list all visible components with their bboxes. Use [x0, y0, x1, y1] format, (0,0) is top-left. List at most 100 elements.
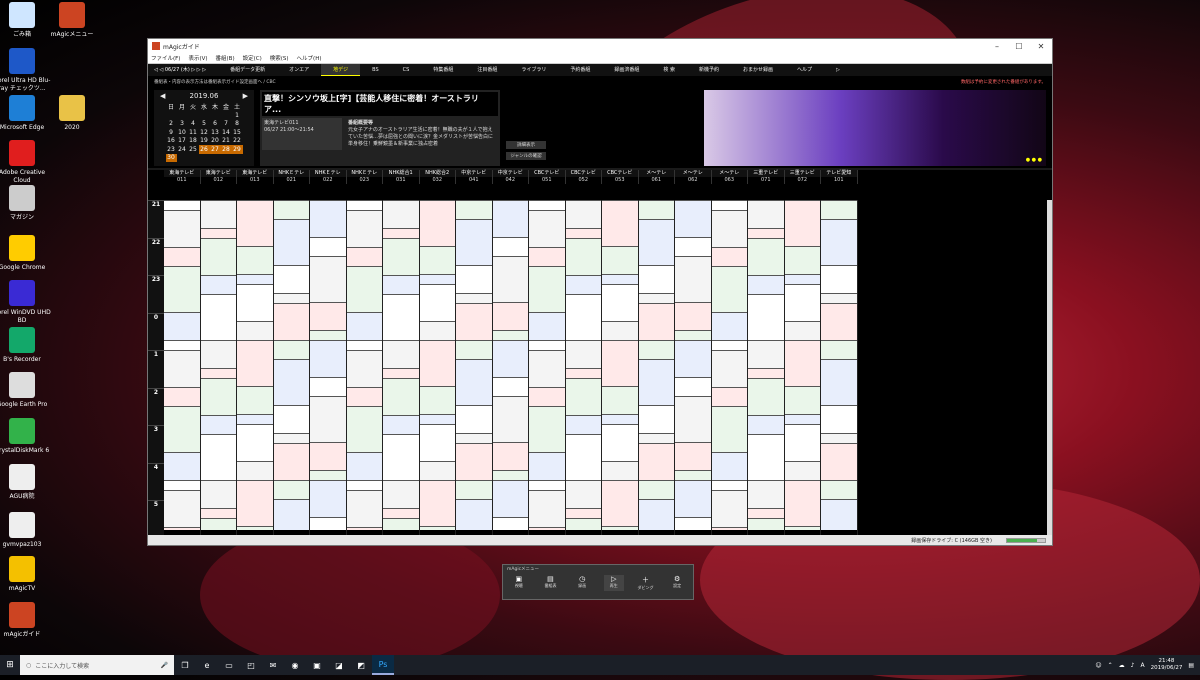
channel-header-cell[interactable]: テレビ愛知 101 [821, 170, 858, 184]
program-cell[interactable] [310, 442, 346, 470]
program-cell[interactable] [200, 518, 236, 530]
calendar-day[interactable]: 22 [232, 137, 243, 146]
program-cell[interactable] [711, 527, 747, 530]
program-cell[interactable] [383, 434, 419, 480]
magic-menu-button[interactable]: ▤ 番組表 [540, 575, 560, 591]
program-cell[interactable] [456, 219, 492, 265]
calendar-day[interactable]: 6 [210, 120, 221, 129]
channel-header-cell[interactable]: NHK総合2 032 [419, 170, 456, 184]
program-cell[interactable] [638, 499, 674, 530]
program-cell[interactable] [346, 480, 382, 490]
program-cell[interactable] [602, 200, 638, 246]
calendar-day[interactable]: 25 [188, 145, 199, 154]
channel-header-cell[interactable]: CBCテレビ 053 [602, 170, 639, 184]
program-cell[interactable] [784, 274, 820, 284]
menu-item[interactable]: 検索(S) [270, 54, 289, 62]
program-cell[interactable] [821, 433, 857, 443]
program-cell[interactable] [346, 247, 382, 266]
magic-menu-button[interactable]: ▣ 視聴 [509, 575, 529, 591]
program-cell[interactable] [565, 200, 601, 228]
program-cell[interactable] [200, 415, 236, 434]
program-cell[interactable] [748, 518, 784, 530]
magic-menu-button[interactable]: ⚙ 設定 [667, 575, 687, 591]
program-cell[interactable] [346, 452, 382, 480]
program-cell[interactable] [675, 340, 711, 377]
menu-item[interactable]: 番組(B) [216, 54, 235, 62]
program-cell[interactable] [529, 210, 565, 247]
magic-menu-button[interactable]: ＋ダビング [635, 575, 655, 591]
vertical-scrollbar[interactable] [1047, 200, 1052, 535]
program-cell[interactable] [675, 442, 711, 470]
calendar-day[interactable]: 30 [165, 153, 177, 162]
toolbar-tab[interactable]: 録画済番組 [602, 64, 651, 76]
program-cell[interactable] [310, 396, 346, 442]
program-cell[interactable] [748, 415, 784, 434]
ime-icon[interactable]: A [1141, 662, 1145, 669]
program-cell[interactable] [784, 424, 820, 461]
program-cell[interactable] [273, 265, 309, 293]
program-cell[interactable] [565, 508, 601, 518]
calendar-day[interactable]: 7 [221, 120, 232, 129]
desktop-icon[interactable]: マガジン [0, 185, 52, 222]
calendar-day[interactable]: 29 [231, 145, 243, 154]
program-cell[interactable] [310, 517, 346, 530]
program-cell[interactable] [748, 434, 784, 480]
program-cell[interactable] [383, 294, 419, 340]
toolbar-tab[interactable]: CS [391, 64, 422, 76]
program-cell[interactable] [675, 200, 711, 237]
maximize-icon[interactable]: ☐ [1008, 42, 1030, 51]
program-cell[interactable] [419, 340, 455, 386]
calendar-day[interactable]: 16 [166, 137, 177, 146]
program-cell[interactable] [383, 340, 419, 368]
toolbar-tab[interactable]: BS [360, 64, 391, 76]
program-cell[interactable] [200, 340, 236, 368]
calendar-day[interactable]: 14 [221, 128, 232, 137]
toolbar-tab[interactable]: ヘルプ [785, 64, 824, 76]
program-cell[interactable] [565, 340, 601, 368]
program-cell[interactable] [346, 350, 382, 387]
program-cell[interactable] [529, 480, 565, 490]
program-cell[interactable] [565, 228, 601, 238]
channel-header-cell[interactable]: CBCテレビ 052 [565, 170, 602, 184]
next-month-icon[interactable]: ▶ [243, 92, 248, 100]
program-cell[interactable] [821, 265, 857, 293]
desktop-icon[interactable]: Corel Ultra HD Blu-ray チェックツ... [0, 48, 52, 93]
program-cell[interactable] [529, 200, 565, 210]
program-cell[interactable] [419, 274, 455, 284]
desktop-icon[interactable]: Google Chrome [0, 235, 52, 272]
program-cell[interactable] [346, 200, 382, 210]
program-cell[interactable] [529, 452, 565, 480]
calendar-day[interactable]: 3 [177, 120, 188, 129]
program-cell[interactable] [419, 321, 455, 340]
program-cell[interactable] [529, 312, 565, 340]
channel-header-cell[interactable]: メ〜テレ 061 [638, 170, 675, 184]
program-cell[interactable] [748, 238, 784, 275]
menu-item[interactable]: 表示(V) [188, 54, 207, 62]
program-cell[interactable] [565, 518, 601, 530]
program-cell[interactable] [237, 480, 273, 526]
program-cell[interactable] [164, 480, 200, 490]
program-cell[interactable] [419, 386, 455, 414]
program-cell[interactable] [821, 443, 857, 480]
menu-item[interactable]: ヘルプ(H) [297, 54, 322, 62]
program-cell[interactable] [602, 480, 638, 526]
magic-menu-button[interactable]: ◷ 録画 [572, 575, 592, 591]
program-cell[interactable] [638, 219, 674, 265]
program-cell[interactable] [273, 340, 309, 359]
program-cell[interactable] [237, 424, 273, 461]
program-cell[interactable] [164, 312, 200, 340]
program-cell[interactable] [675, 330, 711, 340]
program-cell[interactable] [419, 246, 455, 274]
date-navigator[interactable]: ◁ ◁ 06/27 (木) ▷ ▷ ▷ [152, 64, 218, 76]
program-cell[interactable] [419, 526, 455, 530]
program-cell[interactable] [200, 434, 236, 480]
program-cell[interactable] [456, 200, 492, 219]
calendar-day[interactable]: 1 [232, 111, 243, 120]
program-cell[interactable] [784, 526, 820, 530]
program-cell[interactable] [456, 303, 492, 340]
task-view-icon[interactable]: ❐ [174, 655, 196, 675]
program-cell[interactable] [310, 302, 346, 330]
program-cell[interactable] [711, 452, 747, 480]
program-cell[interactable] [492, 237, 528, 256]
calendar-day[interactable]: 2 [166, 120, 177, 129]
